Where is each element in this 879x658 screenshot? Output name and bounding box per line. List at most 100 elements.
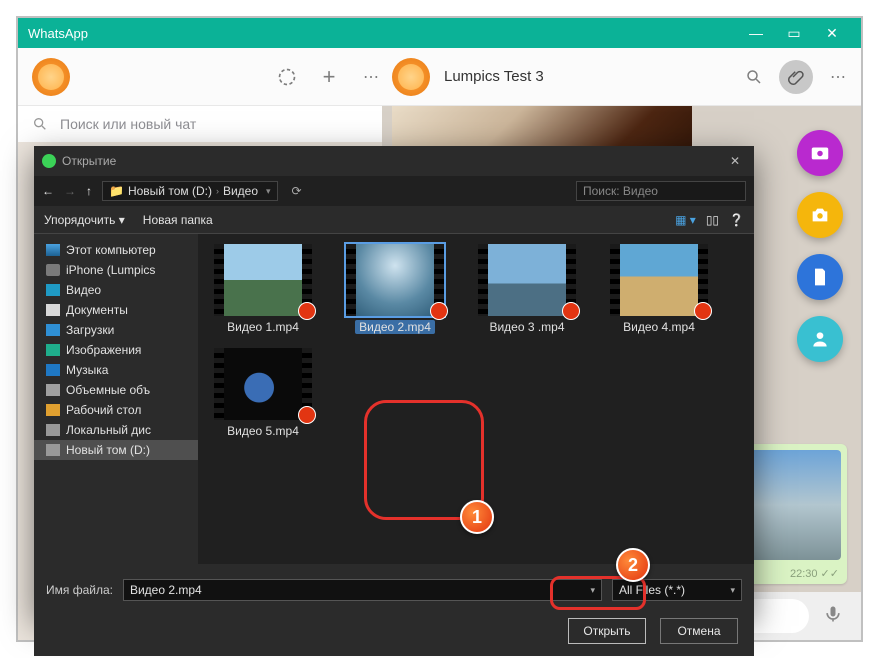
- attach-button[interactable]: [779, 60, 813, 94]
- overlay-badge-icon: [298, 406, 316, 424]
- menu-icon[interactable]: ⋯: [360, 66, 382, 88]
- file-item[interactable]: Видео 5.mp4: [206, 348, 320, 438]
- dialog-search-placeholder: Поиск: Видео: [583, 184, 658, 198]
- attach-menu: [797, 130, 843, 362]
- tree-item-label: Локальный дис: [66, 423, 151, 437]
- chat-search-icon[interactable]: [743, 66, 765, 88]
- tree-item-icon: [46, 424, 60, 436]
- preview-pane-button[interactable]: ▯▯: [706, 213, 719, 227]
- nav-back-icon[interactable]: ←: [42, 184, 54, 198]
- tree-item[interactable]: Объемные объ: [34, 380, 198, 400]
- help-icon[interactable]: ❔: [729, 213, 744, 227]
- tree-item-label: Рабочий стол: [66, 403, 141, 417]
- file-name: Видео 2.mp4: [355, 320, 435, 334]
- path-bar[interactable]: 📁 Новый том (D:) › Видео ▾: [102, 181, 278, 201]
- maximize-button[interactable]: ▭: [775, 25, 813, 42]
- organize-button[interactable]: Упорядочить ▾: [44, 213, 125, 227]
- tree-item[interactable]: Изображения: [34, 340, 198, 360]
- file-item[interactable]: Видео 2.mp4: [338, 244, 452, 334]
- tree-item[interactable]: iPhone (Lumpics: [34, 260, 198, 280]
- path-leaf[interactable]: Видео: [223, 184, 258, 198]
- dialog-title: Открытие: [62, 154, 724, 168]
- tree-item[interactable]: Этот компьютер: [34, 240, 198, 260]
- path-root[interactable]: Новый том (D:): [128, 184, 212, 198]
- tree-item-label: Изображения: [66, 343, 141, 357]
- dialog-actions: Открыть Отмена: [34, 616, 754, 656]
- tree-item-label: Этот компьютер: [66, 243, 156, 257]
- tree-item-icon: [46, 324, 60, 336]
- file-item[interactable]: Видео 1.mp4: [206, 244, 320, 334]
- dialog-close-button[interactable]: ✕: [724, 154, 746, 168]
- tree-item-label: Видео: [66, 283, 101, 297]
- overlay-badge-icon: [562, 302, 580, 320]
- tree-item-icon: [46, 304, 60, 316]
- cancel-button[interactable]: Отмена: [660, 618, 738, 644]
- new-folder-button[interactable]: Новая папка: [143, 213, 213, 227]
- tree-item[interactable]: Локальный дис: [34, 420, 198, 440]
- close-button[interactable]: ✕: [813, 25, 851, 42]
- view-button[interactable]: ▦ ▾: [675, 213, 696, 227]
- file-name: Видео 4.mp4: [623, 320, 695, 334]
- chat-avatar[interactable]: [392, 58, 430, 96]
- file-name: Видео 3 .mp4: [489, 320, 564, 334]
- tree-item-label: Объемные объ: [66, 383, 150, 397]
- overlay-badge-icon: [430, 302, 448, 320]
- file-thumbnail: [214, 348, 312, 420]
- tree-item-icon: [46, 264, 60, 276]
- status-icon[interactable]: [276, 66, 298, 88]
- file-thumbnail: [478, 244, 576, 316]
- chevron-down-icon[interactable]: ▾: [266, 186, 271, 197]
- search-icon: [32, 116, 48, 132]
- search-row[interactable]: Поиск или новый чат: [18, 106, 382, 142]
- mic-icon[interactable]: [823, 604, 847, 628]
- filetype-filter[interactable]: All Files (*.*)▾: [612, 579, 742, 601]
- chat-menu-icon[interactable]: ⋯: [827, 66, 849, 88]
- refresh-icon[interactable]: ⟳: [292, 184, 302, 198]
- folder-icon: 📁: [109, 184, 124, 198]
- file-thumbnail: [214, 244, 312, 316]
- nav-forward-icon[interactable]: →: [64, 184, 76, 198]
- attach-photo-button[interactable]: [797, 130, 843, 176]
- tree-item-label: Музыка: [66, 363, 108, 377]
- tree-item-icon: [46, 444, 60, 456]
- attach-document-button[interactable]: [797, 254, 843, 300]
- tree-item[interactable]: Новый том (D:): [34, 440, 198, 460]
- app-header: + ⋯ Lumpics Test 3 ⋯: [18, 48, 861, 106]
- tree-item[interactable]: Загрузки: [34, 320, 198, 340]
- window-title: WhatsApp: [28, 26, 737, 41]
- filename-input[interactable]: Видео 2.mp4▾: [123, 579, 602, 601]
- search-placeholder: Поиск или новый чат: [60, 116, 196, 132]
- chat-title[interactable]: Lumpics Test 3: [444, 68, 544, 85]
- tree-item-icon: [46, 244, 60, 256]
- minimize-button[interactable]: —: [737, 25, 775, 41]
- attach-camera-button[interactable]: [797, 192, 843, 238]
- chevron-right-icon: ›: [216, 186, 219, 196]
- overlay-badge-icon: [694, 302, 712, 320]
- nav-up-icon[interactable]: ↑: [86, 184, 92, 198]
- file-name: Видео 1.mp4: [227, 320, 299, 334]
- attach-contact-button[interactable]: [797, 316, 843, 362]
- file-name: Видео 5.mp4: [227, 424, 299, 438]
- tree-item[interactable]: Рабочий стол: [34, 400, 198, 420]
- open-button[interactable]: Открыть: [568, 618, 646, 644]
- folder-tree: Этот компьютер iPhone (Lumpics Видео Докуме…: [34, 234, 198, 564]
- tree-item[interactable]: Документы: [34, 300, 198, 320]
- tree-item-icon: [46, 384, 60, 396]
- tree-item-label: iPhone (Lumpics: [66, 263, 155, 277]
- file-item[interactable]: Видео 4.mp4: [602, 244, 716, 334]
- user-avatar[interactable]: [32, 58, 70, 96]
- dialog-search-input[interactable]: Поиск: Видео: [576, 181, 746, 201]
- tree-item-label: Загрузки: [66, 323, 114, 337]
- tree-item-label: Новый том (D:): [66, 443, 150, 457]
- tree-item-icon: [46, 364, 60, 376]
- new-chat-icon[interactable]: +: [318, 66, 340, 88]
- file-open-dialog: Открытие ✕ ← → ↑ 📁 Новый том (D:) › Виде…: [34, 146, 754, 616]
- message-time: 22:30 ✓✓: [790, 567, 839, 580]
- dialog-toolbar: Упорядочить ▾ Новая папка ▦ ▾ ▯▯ ❔: [34, 206, 754, 234]
- file-item[interactable]: Видео 3 .mp4: [470, 244, 584, 334]
- overlay-badge-icon: [298, 302, 316, 320]
- tree-item[interactable]: Видео: [34, 280, 198, 300]
- dialog-titlebar: Открытие ✕: [34, 146, 754, 176]
- tree-item[interactable]: Музыка: [34, 360, 198, 380]
- dialog-nav: ← → ↑ 📁 Новый том (D:) › Видео ▾ ⟳ Поиск…: [34, 176, 754, 206]
